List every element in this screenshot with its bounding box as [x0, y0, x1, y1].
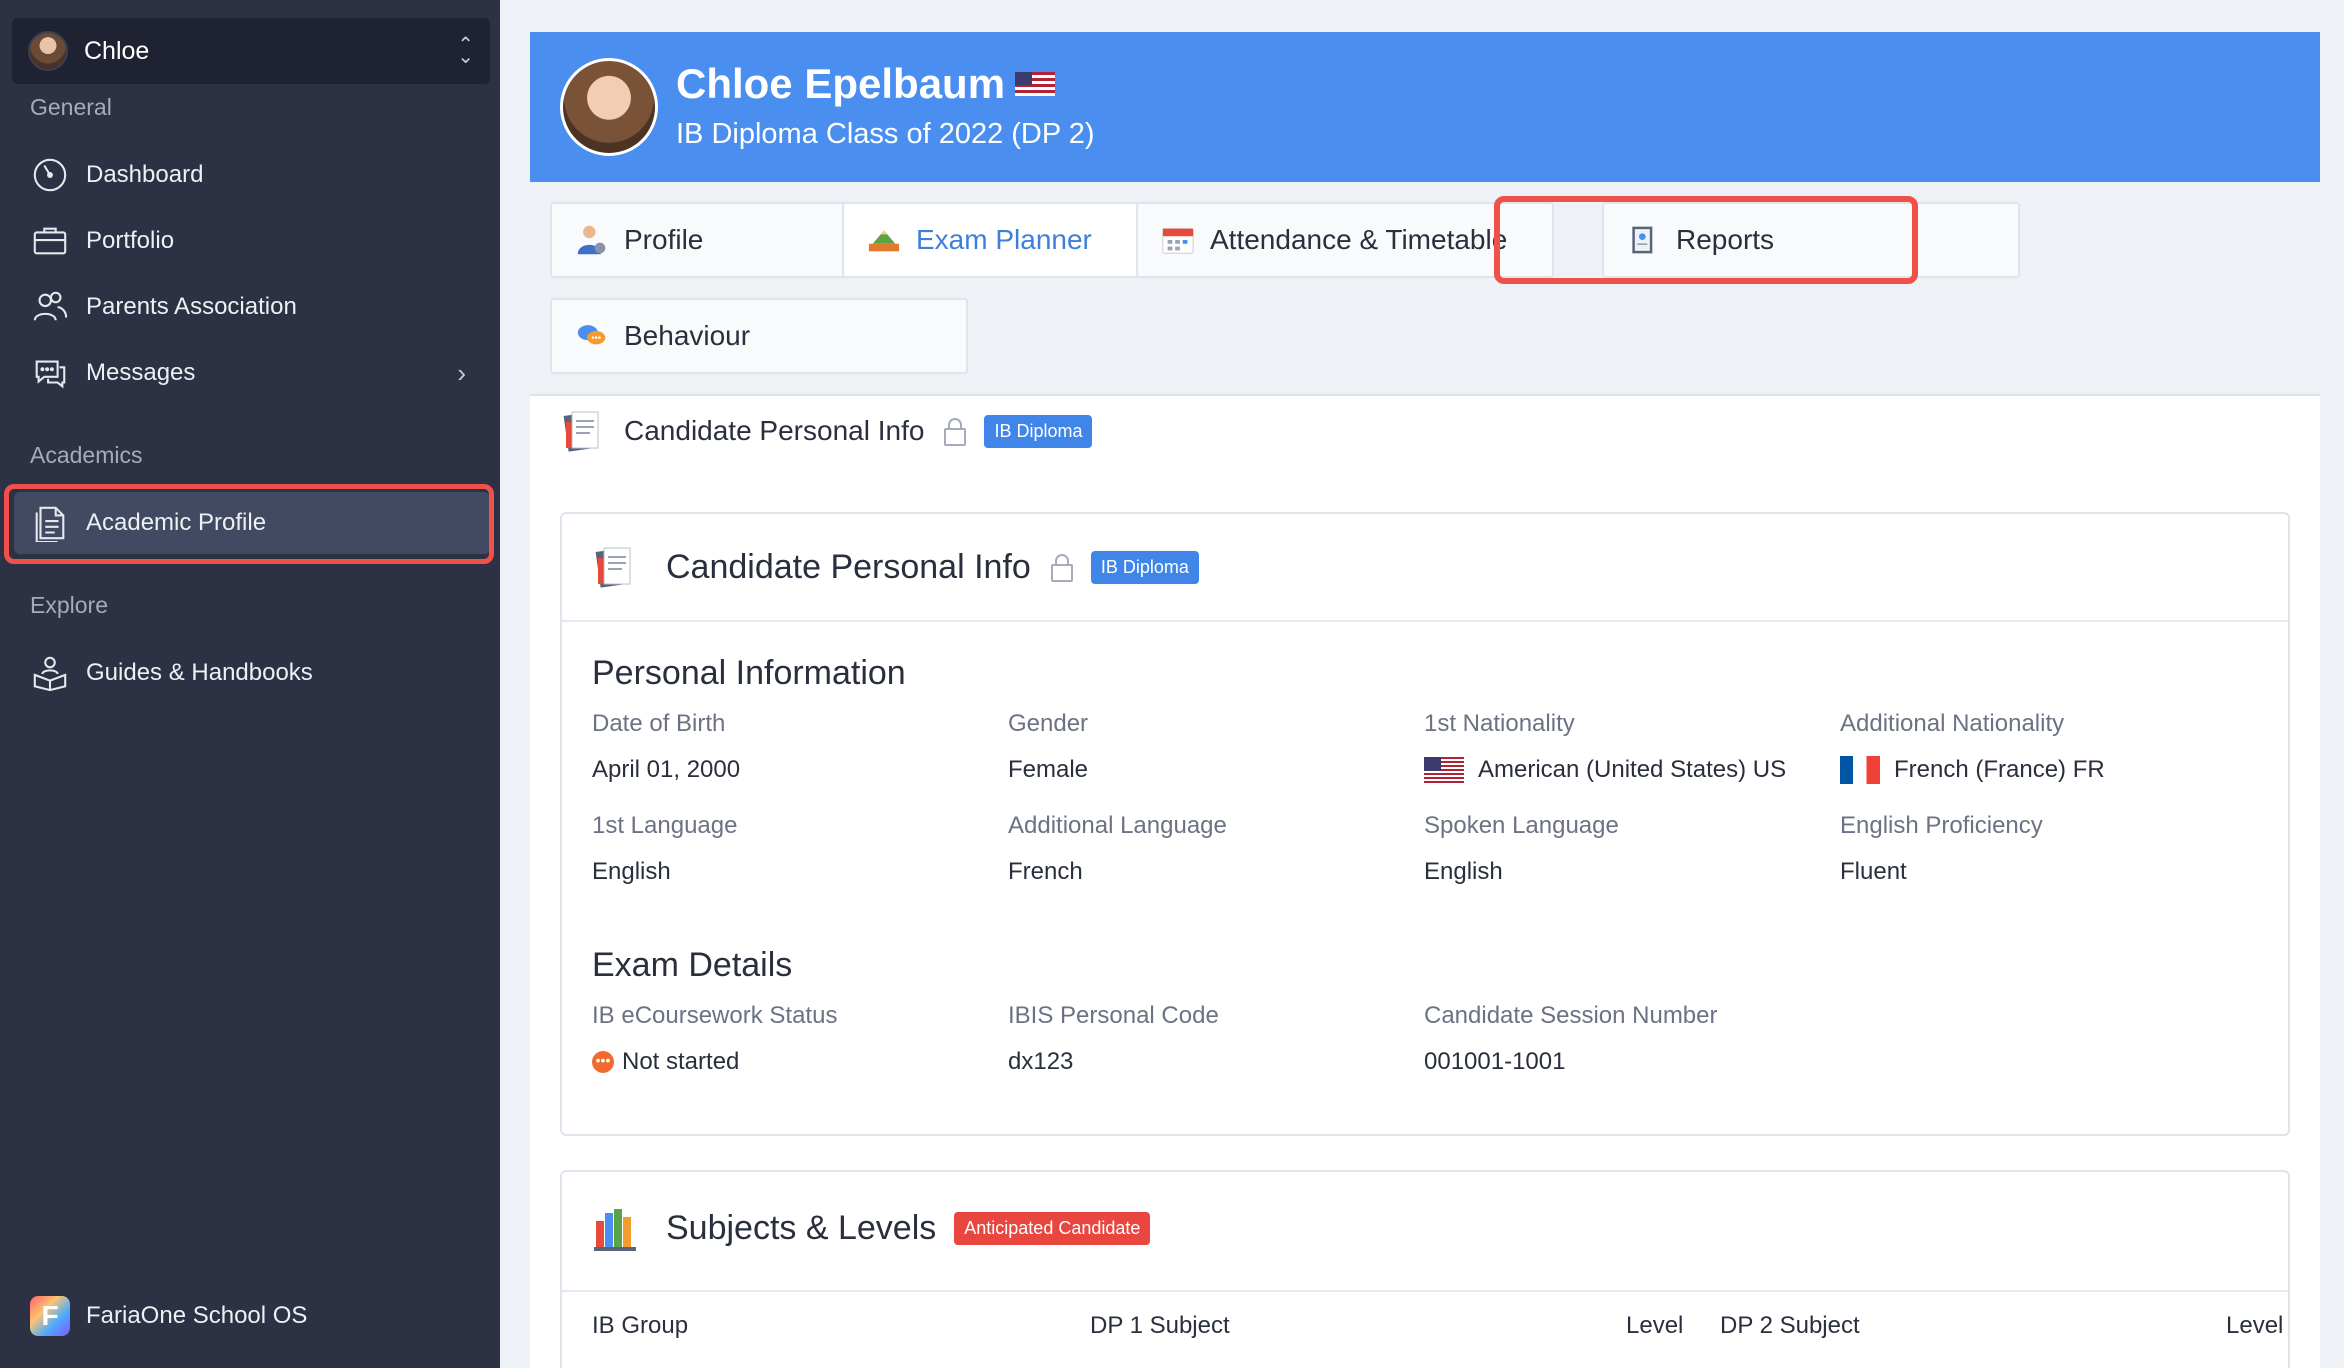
documents-icon	[594, 544, 634, 590]
field-date-of-birth: Date of Birth April 01, 2000	[592, 710, 741, 783]
sidebar-item-parents-association[interactable]: Parents Association	[14, 276, 490, 338]
speech-bubbles-icon	[574, 318, 610, 354]
column-dp2-subject: DP 2 Subject	[1720, 1312, 1860, 1339]
sidebar: Chloe ⌃ ⌄ General Dashboard Portfolio Par…	[0, 0, 500, 1368]
tab-bar: Profile Exam Planner Attendance & Timeta…	[530, 182, 2320, 396]
brand-name: FariaOne School OS	[86, 1302, 308, 1329]
field-ibis-code: IBIS Personal Code dx123	[1008, 1002, 1219, 1075]
fr-flag-icon	[1840, 756, 1880, 784]
sidebar-item-portfolio[interactable]: Portfolio	[14, 210, 490, 272]
users-icon	[30, 287, 70, 327]
column-ib-group: IB Group	[592, 1312, 689, 1339]
chat-bubbles-icon	[30, 353, 70, 393]
candidate-info-card: Candidate Personal Info IB Diploma Perso…	[560, 512, 2290, 1136]
anticipated-candidate-badge: Anticipated Candidate	[954, 1211, 1151, 1245]
documents-icon	[562, 408, 602, 454]
student-class: IB Diploma Class of 2022 (DP 2)	[676, 118, 1095, 150]
section-academics: Academics	[30, 442, 143, 468]
field-additional-nationality: Additional Nationality French (France) F…	[1840, 710, 2105, 784]
lock-icon	[1050, 554, 1073, 582]
sidebar-item-label: Messages	[86, 359, 196, 386]
field-additional-language: Additional Language French	[1008, 812, 1227, 885]
card-title: Candidate Personal Info	[666, 547, 1031, 586]
tab-attendance-timetable[interactable]: Attendance & Timetable	[1136, 202, 1554, 278]
student-header: Chloe Epelbaum IB Diploma Class of 2022 …	[530, 32, 2320, 182]
ib-diploma-badge: IB Diploma	[1090, 550, 1199, 584]
sidebar-item-label: Parents Association	[86, 293, 297, 320]
avatar	[28, 31, 68, 71]
us-flag-icon	[1015, 72, 1056, 96]
book-person-icon	[30, 653, 70, 693]
section-title: Candidate Personal Info	[624, 415, 925, 446]
chevron-right-icon: ›	[457, 357, 466, 388]
ib-diploma-badge: IB Diploma	[984, 414, 1093, 448]
field-session-number: Candidate Session Number 001001-1001	[1424, 1002, 1718, 1075]
calendar-icon	[1160, 222, 1196, 258]
field-first-language: 1st Language English	[592, 812, 738, 885]
sidebar-item-messages[interactable]: Messages ›	[14, 342, 490, 404]
sidebar-item-guides[interactable]: Guides & Handbooks	[14, 642, 490, 704]
field-gender: Gender Female	[1008, 710, 1089, 783]
exam-details-title: Exam Details	[592, 946, 793, 984]
sidebar-item-label: Dashboard	[86, 161, 204, 188]
subjects-table-header: IB Group DP 1 Subject Level DP 2 Subject…	[562, 1290, 2288, 1362]
highlight-box	[1494, 196, 1918, 284]
person-icon	[574, 222, 610, 258]
section-heading: Candidate Personal Info IB Diploma	[562, 408, 1093, 454]
tab-behaviour[interactable]: Behaviour	[550, 298, 968, 374]
sidebar-item-label: Portfolio	[86, 227, 175, 254]
field-english-proficiency: English Proficiency Fluent	[1840, 812, 2043, 885]
card-title: Subjects & Levels	[666, 1208, 937, 1247]
lock-icon	[944, 418, 967, 446]
us-flag-icon	[1424, 757, 1464, 783]
briefcase-icon	[30, 221, 70, 261]
tab-label: Behaviour	[624, 320, 751, 351]
column-dp1-subject: DP 1 Subject	[1090, 1312, 1230, 1339]
subjects-card: Subjects & Levels Anticipated Candidate …	[560, 1170, 2290, 1368]
student-avatar	[560, 58, 658, 156]
section-general: General	[30, 94, 112, 120]
user-switcher[interactable]: Chloe ⌃ ⌄	[12, 18, 490, 84]
user-name: Chloe	[84, 36, 150, 65]
main-area: Chloe Epelbaum IB Diploma Class of 2022 …	[500, 0, 2344, 1368]
column-level-2: Level	[2226, 1312, 2284, 1339]
gauge-icon	[30, 155, 70, 195]
brand-footer[interactable]: F FariaOne School OS	[30, 1296, 307, 1336]
student-name: Chloe Epelbaum	[676, 60, 1006, 107]
sidebar-item-label: Guides & Handbooks	[86, 659, 313, 686]
section-explore: Explore	[30, 592, 108, 618]
faria-logo-icon: F	[30, 1296, 70, 1336]
tab-label: Profile	[624, 224, 704, 255]
status-dots-icon: •••	[592, 1051, 614, 1073]
card-header: Candidate Personal Info IB Diploma	[562, 514, 2288, 622]
exam-planner-icon	[866, 222, 902, 258]
field-first-nationality: 1st Nationality American (United States)…	[1424, 710, 1787, 783]
personal-info-title: Personal Information	[592, 654, 906, 692]
books-icon	[594, 1205, 636, 1251]
sidebar-item-dashboard[interactable]: Dashboard	[14, 144, 490, 206]
highlight-box	[4, 484, 494, 564]
column-level-1: Level	[1626, 1312, 1684, 1339]
content-area: Candidate Personal Info IB Diploma Candi…	[530, 396, 2320, 1368]
chevron-up-down-icon: ⌃ ⌄	[457, 34, 474, 68]
card-header: Subjects & Levels Anticipated Candidate	[562, 1172, 2288, 1284]
student-name-row: Chloe Epelbaum	[676, 60, 1056, 108]
tab-label: Exam Planner	[916, 224, 1092, 255]
tab-label: Attendance & Timetable	[1210, 224, 1508, 255]
field-spoken-language: Spoken Language English	[1424, 812, 1619, 885]
field-ecoursework-status: IB eCoursework Status ••• Not started	[592, 1002, 838, 1075]
